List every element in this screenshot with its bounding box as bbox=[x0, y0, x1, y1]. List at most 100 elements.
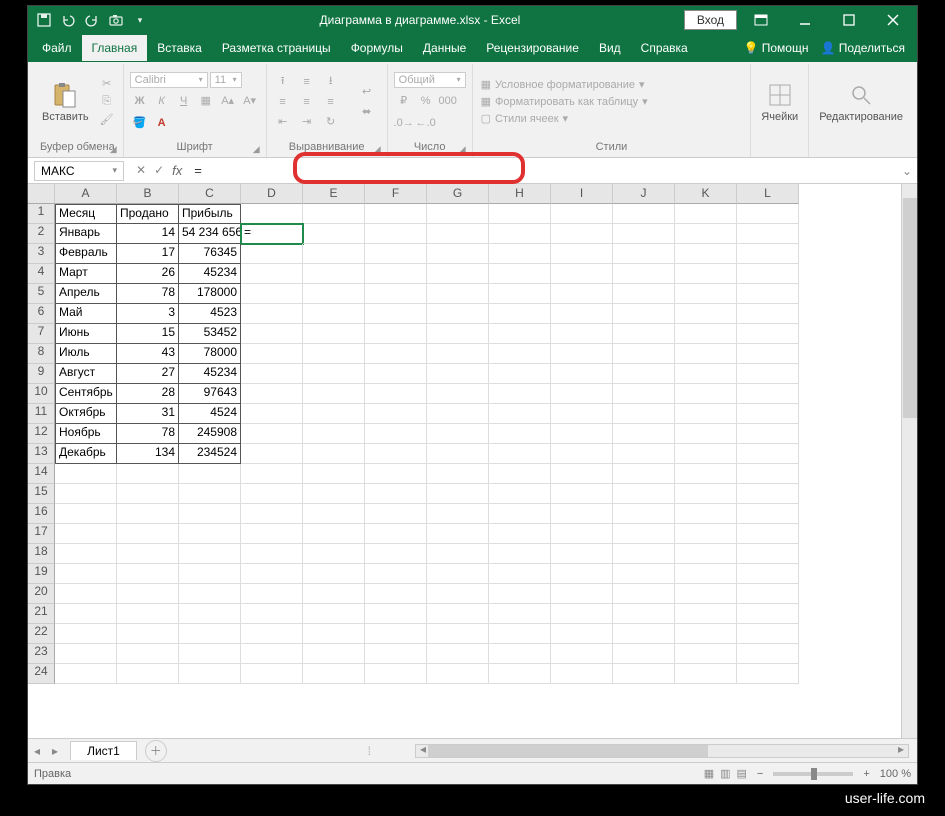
row-header[interactable]: 6 bbox=[28, 304, 55, 324]
tab-view[interactable]: Вид bbox=[589, 35, 631, 61]
cell[interactable] bbox=[303, 364, 365, 384]
tab-formulas[interactable]: Формулы bbox=[341, 35, 413, 61]
cell[interactable] bbox=[551, 404, 613, 424]
align-middle-icon[interactable]: ≡ bbox=[297, 73, 317, 91]
column-header[interactable]: D bbox=[241, 184, 303, 204]
cell[interactable] bbox=[241, 204, 303, 224]
cell[interactable] bbox=[365, 264, 427, 284]
cell[interactable]: 178000 bbox=[179, 284, 241, 304]
cell[interactable] bbox=[365, 624, 427, 644]
cell[interactable] bbox=[303, 264, 365, 284]
cell[interactable] bbox=[675, 304, 737, 324]
cell[interactable] bbox=[613, 424, 675, 444]
cell[interactable] bbox=[551, 324, 613, 344]
cell[interactable] bbox=[365, 404, 427, 424]
cell[interactable] bbox=[675, 604, 737, 624]
cell[interactable] bbox=[551, 224, 613, 244]
cell[interactable] bbox=[365, 284, 427, 304]
cell[interactable] bbox=[365, 324, 427, 344]
row-header[interactable]: 4 bbox=[28, 264, 55, 284]
row-header[interactable]: 13 bbox=[28, 444, 55, 464]
comma-icon[interactable]: 000 bbox=[438, 92, 458, 110]
cell[interactable] bbox=[675, 624, 737, 644]
clipboard-dialog-icon[interactable]: ◢ bbox=[110, 144, 117, 155]
cell[interactable] bbox=[613, 484, 675, 504]
cell[interactable]: 134 bbox=[117, 444, 179, 464]
cell[interactable] bbox=[241, 544, 303, 564]
cell[interactable] bbox=[55, 544, 117, 564]
cell[interactable] bbox=[675, 584, 737, 604]
cell[interactable] bbox=[427, 584, 489, 604]
cell[interactable] bbox=[613, 544, 675, 564]
cell[interactable] bbox=[675, 564, 737, 584]
row-header[interactable]: 7 bbox=[28, 324, 55, 344]
cell[interactable]: 4524 bbox=[179, 404, 241, 424]
cell[interactable] bbox=[241, 624, 303, 644]
cell[interactable] bbox=[303, 404, 365, 424]
align-bottom-icon[interactable]: ⭳ bbox=[321, 73, 341, 91]
cell[interactable] bbox=[737, 564, 799, 584]
currency-icon[interactable]: ₽ bbox=[394, 92, 414, 110]
cell[interactable] bbox=[179, 524, 241, 544]
row-header[interactable]: 9 bbox=[28, 364, 55, 384]
cell[interactable] bbox=[179, 504, 241, 524]
cell[interactable] bbox=[551, 544, 613, 564]
cell[interactable] bbox=[551, 584, 613, 604]
fill-color-button[interactable]: 🪣 bbox=[130, 114, 150, 132]
cell[interactable] bbox=[551, 344, 613, 364]
cell[interactable] bbox=[241, 424, 303, 444]
cell[interactable] bbox=[675, 324, 737, 344]
cell[interactable] bbox=[489, 204, 551, 224]
tab-home[interactable]: Главная bbox=[82, 35, 148, 61]
cut-icon[interactable]: ✂ bbox=[97, 76, 117, 92]
cell[interactable] bbox=[737, 584, 799, 604]
cell[interactable] bbox=[117, 464, 179, 484]
cell[interactable] bbox=[489, 624, 551, 644]
font-name-combo[interactable]: Calibri▾ bbox=[130, 72, 208, 88]
orientation-icon[interactable]: ↻ bbox=[321, 113, 341, 131]
cell[interactable] bbox=[427, 624, 489, 644]
cell[interactable]: 28 bbox=[117, 384, 179, 404]
font-color-button[interactable]: A bbox=[152, 114, 172, 132]
align-top-icon[interactable]: ⭱ bbox=[273, 73, 293, 91]
cell[interactable] bbox=[365, 424, 427, 444]
cell[interactable]: 97643 bbox=[179, 384, 241, 404]
camera-icon[interactable] bbox=[106, 10, 126, 30]
cell[interactable] bbox=[551, 604, 613, 624]
cell[interactable] bbox=[551, 484, 613, 504]
cell[interactable] bbox=[613, 464, 675, 484]
cell[interactable] bbox=[427, 664, 489, 684]
cell[interactable] bbox=[551, 304, 613, 324]
cell[interactable] bbox=[489, 344, 551, 364]
cell[interactable] bbox=[613, 404, 675, 424]
cell[interactable] bbox=[489, 604, 551, 624]
cell[interactable] bbox=[55, 604, 117, 624]
italic-button[interactable]: К bbox=[152, 92, 172, 110]
cell[interactable] bbox=[427, 524, 489, 544]
cell[interactable] bbox=[241, 644, 303, 664]
cell[interactable] bbox=[489, 324, 551, 344]
cell[interactable] bbox=[613, 364, 675, 384]
row-header[interactable]: 19 bbox=[28, 564, 55, 584]
tell-me-icon[interactable]: 💡 Помощн bbox=[743, 41, 808, 55]
cell[interactable] bbox=[241, 364, 303, 384]
cell[interactable] bbox=[737, 644, 799, 664]
cell[interactable] bbox=[551, 564, 613, 584]
cell[interactable] bbox=[551, 464, 613, 484]
cell[interactable] bbox=[675, 444, 737, 464]
cell[interactable] bbox=[489, 504, 551, 524]
cell[interactable] bbox=[241, 264, 303, 284]
cell[interactable] bbox=[365, 544, 427, 564]
tab-review[interactable]: Рецензирование bbox=[476, 35, 589, 61]
cell[interactable] bbox=[427, 224, 489, 244]
cell[interactable] bbox=[365, 604, 427, 624]
cell[interactable] bbox=[489, 464, 551, 484]
cell[interactable]: Ноябрь bbox=[55, 424, 117, 444]
cell[interactable]: 17 bbox=[117, 244, 179, 264]
cell[interactable] bbox=[179, 604, 241, 624]
enter-formula-icon[interactable]: ✓ bbox=[154, 163, 164, 178]
cell[interactable] bbox=[489, 484, 551, 504]
decrease-font-icon[interactable]: A▾ bbox=[240, 92, 260, 110]
cell[interactable]: 78 bbox=[117, 284, 179, 304]
cell[interactable] bbox=[489, 304, 551, 324]
